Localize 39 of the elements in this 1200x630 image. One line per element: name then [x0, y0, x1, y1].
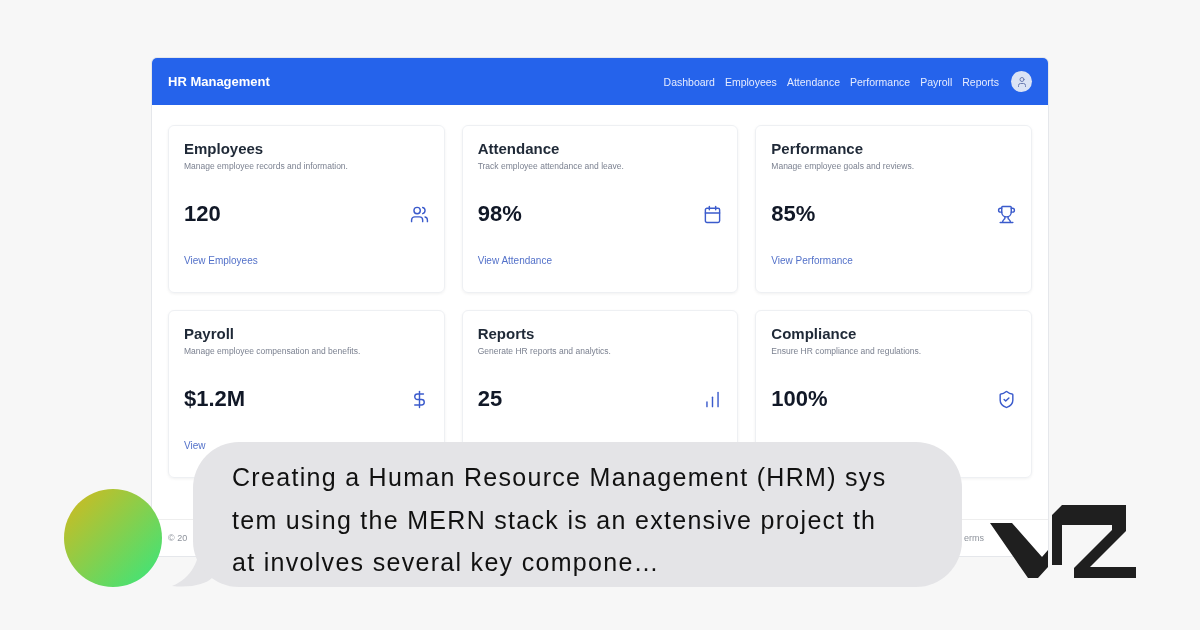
calendar-icon: [703, 204, 723, 224]
card-link[interactable]: View Attendance: [477, 255, 552, 266]
card-title: Compliance: [771, 325, 858, 342]
nav-link[interactable]: Performance: [850, 75, 911, 88]
card-value: 25: [477, 386, 503, 412]
card-value: 85%: [771, 201, 816, 227]
card-link[interactable]: View Employees: [184, 255, 258, 266]
card-title: Payroll: [184, 325, 236, 342]
card-title: Attendance: [477, 140, 561, 157]
card-description: Track employee attendance and leave.: [477, 161, 625, 171]
copyright-text: © 20: [168, 533, 189, 543]
card-description: Manage employee records and information.: [184, 161, 349, 171]
nav-link[interactable]: Dashboard: [663, 75, 715, 88]
card-description: Manage employee goals and reviews.: [771, 161, 916, 171]
card-title: Reports: [477, 325, 536, 342]
card-value: 98%: [477, 201, 522, 227]
nav-link[interactable]: Employees: [724, 75, 777, 88]
nav-link[interactable]: Payroll: [920, 75, 953, 88]
card-value: 100%: [771, 386, 828, 412]
card-title: Employees: [184, 140, 265, 157]
bubble-text: tem using the MERN stack is an extensive project th: [232, 504, 878, 536]
app-title: HR Management: [168, 74, 271, 89]
nav-link[interactable]: Reports: [962, 75, 999, 88]
footer-link[interactable]: erms: [964, 533, 984, 543]
card-description: Ensure HR compliance and regulations.: [771, 346, 923, 356]
users-icon: [409, 204, 429, 224]
card-description: Generate HR reports and analytics.: [477, 346, 612, 356]
card-description: Manage employee compensation and benefits.: [184, 346, 362, 356]
card-link[interactable]: View Performance: [771, 255, 853, 266]
trophy-icon: [997, 204, 1016, 224]
card-value: $1.2M: [184, 386, 246, 412]
card-value: 120: [184, 201, 221, 227]
card-title: Performance: [771, 140, 865, 157]
bubble-text: at involves several key compone…: [232, 547, 661, 578]
card-link[interactable]: View: [184, 440, 206, 451]
user-avatar[interactable]: [1011, 71, 1032, 92]
nav-link[interactable]: Attendance: [786, 75, 840, 88]
bubble-text: Creating a Human Resource Management (HRM) sys: [232, 462, 888, 493]
shield-check-icon: [997, 389, 1016, 409]
